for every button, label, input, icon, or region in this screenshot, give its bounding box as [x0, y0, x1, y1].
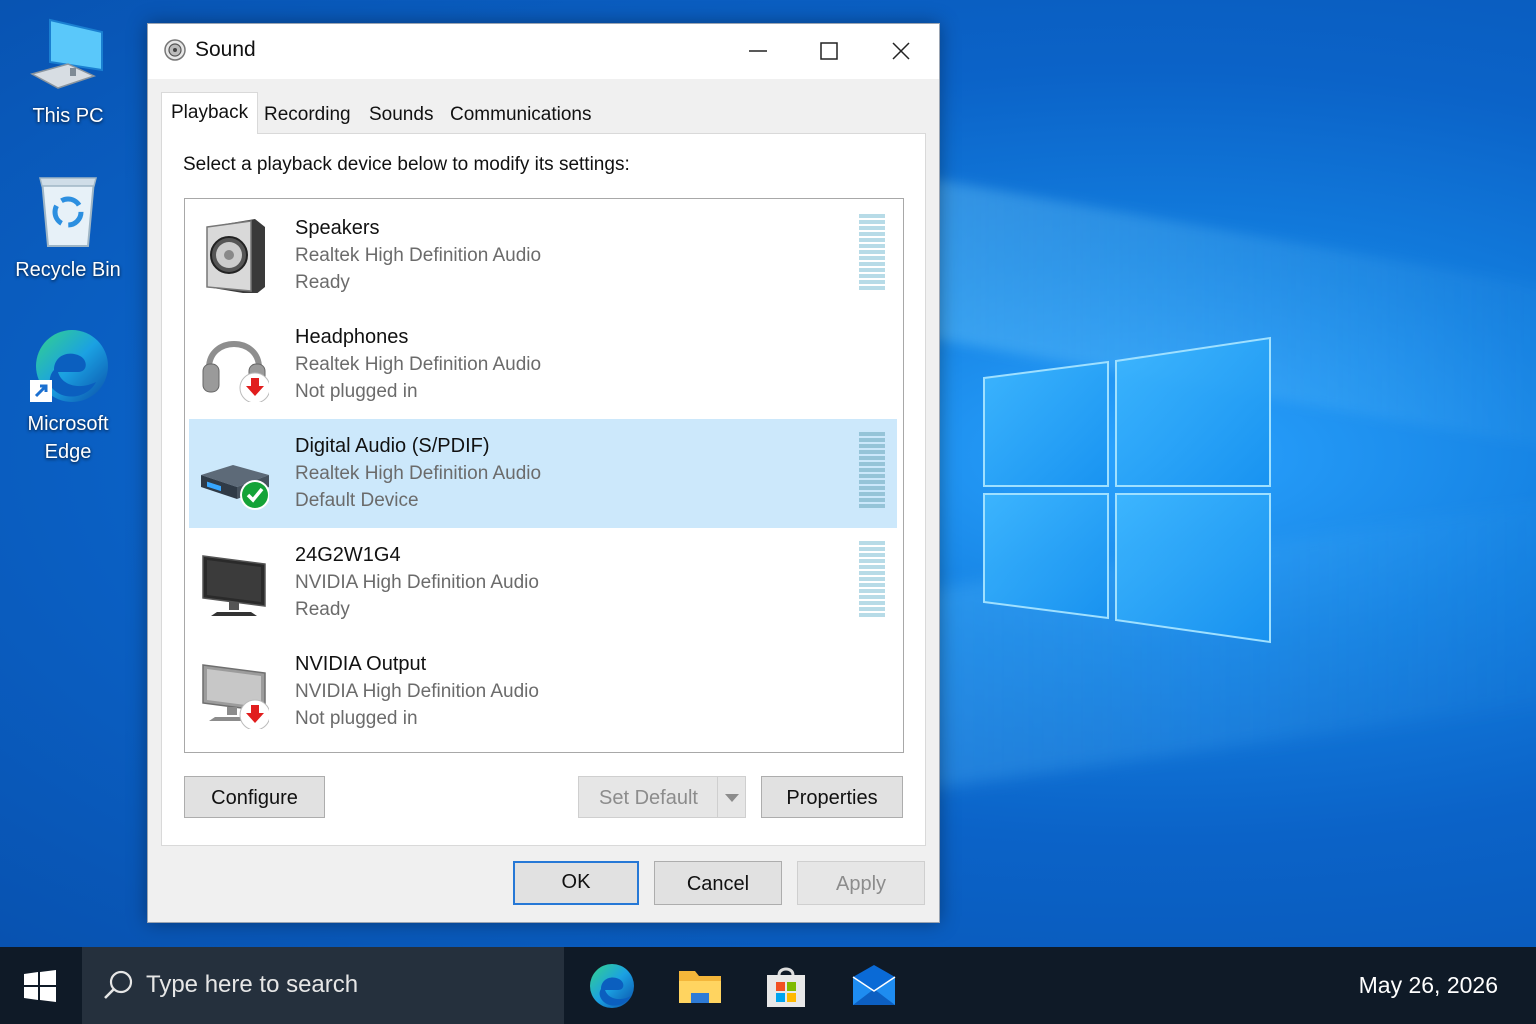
playback-panel: Select a playback device below to modify… — [161, 133, 926, 846]
monitor-icon — [202, 555, 266, 616]
set-default-button[interactable]: Set Default — [578, 776, 717, 818]
store-icon — [767, 967, 805, 1007]
speaker-icon — [206, 219, 265, 293]
taskbar-file-explorer-button[interactable] — [675, 961, 725, 1011]
device-driver: NVIDIA High Definition Audio — [295, 572, 539, 593]
desktop-icon-label: Recycle Bin — [15, 259, 121, 281]
desktop-icon-label: Microsoft Edge — [8, 410, 128, 466]
minimize-icon — [749, 50, 767, 52]
device-status: Not plugged in — [295, 708, 418, 729]
title-bar[interactable]: Sound — [148, 24, 939, 79]
device-row-nvidia-output[interactable]: NVIDIA Output NVIDIA High Definition Aud… — [189, 637, 897, 746]
desktop-icon-microsoft-edge[interactable]: Microsoft Edge — [8, 326, 128, 466]
search-placeholder: Type here to search — [146, 971, 359, 998]
headphones-icon — [202, 341, 269, 402]
taskbar-edge-button[interactable] — [587, 961, 637, 1011]
device-row-speakers[interactable]: Speakers Realtek High Definition Audio R… — [189, 201, 897, 310]
device-name: Digital Audio (S/PDIF) — [295, 435, 490, 457]
mail-icon — [852, 965, 896, 1005]
device-row-headphones[interactable]: Headphones Realtek High Definition Audio… — [189, 310, 897, 419]
volume-meter — [859, 432, 885, 509]
instruction-text: Select a playback device below to modify… — [183, 154, 630, 175]
device-row-digital-audio[interactable]: Digital Audio (S/PDIF) Realtek High Defi… — [189, 419, 897, 528]
configure-button[interactable]: Configure — [184, 776, 325, 818]
device-row-24g2w1g4[interactable]: 24G2W1G4 NVIDIA High Definition Audio Re… — [189, 528, 897, 637]
device-driver: Realtek High Definition Audio — [295, 354, 542, 375]
desktop-icon-recycle-bin[interactable]: Recycle Bin — [8, 172, 128, 284]
label-line2: Edge — [44, 441, 92, 463]
tab-playback[interactable]: Playback — [161, 92, 259, 134]
windows-start-icon — [24, 970, 56, 1002]
device-name: NVIDIA Output — [295, 653, 427, 675]
device-driver: Realtek High Definition Audio — [295, 463, 542, 484]
maximize-icon — [820, 42, 838, 60]
device-status: Ready — [295, 272, 350, 293]
properties-button[interactable]: Properties — [761, 776, 903, 818]
cancel-button[interactable]: Cancel — [654, 861, 782, 905]
taskbar: Type here to search May 26, 2026 — [0, 947, 1536, 1024]
volume-meter — [859, 541, 885, 618]
volume-meter — [859, 214, 885, 291]
minimize-button[interactable] — [722, 24, 794, 79]
edge-icon — [30, 330, 108, 402]
close-button[interactable] — [865, 24, 937, 79]
search-icon — [104, 970, 133, 999]
desktop-icon-label: This PC — [32, 105, 104, 127]
desktop-icon-this-pc[interactable]: This PC — [8, 18, 128, 130]
set-default-dropdown[interactable] — [717, 776, 746, 818]
tab-recording[interactable]: Recording — [258, 98, 357, 132]
sound-dialog: Sound Playback Recording Sounds Communic… — [147, 23, 940, 923]
tab-sounds[interactable]: Sounds — [363, 98, 439, 132]
device-name: Headphones — [295, 326, 409, 348]
computer-icon — [30, 18, 103, 89]
folder-icon — [679, 971, 721, 1003]
digital-audio-icon — [201, 465, 269, 510]
label-line1: Microsoft — [27, 413, 109, 435]
taskbar-date[interactable]: May 26, 2026 — [1359, 972, 1498, 999]
apply-button[interactable]: Apply — [797, 861, 925, 905]
close-icon — [892, 42, 910, 60]
edge-icon — [590, 964, 634, 1008]
taskbar-mail-button[interactable] — [849, 961, 899, 1011]
maximize-button[interactable] — [793, 24, 865, 79]
start-button[interactable] — [0, 947, 80, 1024]
monitor-disconnected-icon — [202, 664, 269, 729]
chevron-down-icon — [724, 794, 739, 802]
device-name: 24G2W1G4 — [295, 544, 401, 566]
device-status: Default Device — [295, 490, 419, 511]
device-driver: NVIDIA High Definition Audio — [295, 681, 539, 702]
recycle-bin-icon — [39, 177, 97, 247]
window-title: Sound — [195, 38, 256, 61]
device-driver: Realtek High Definition Audio — [295, 245, 542, 266]
windows-logo-wallpaper — [983, 336, 1271, 644]
taskbar-search-box[interactable]: Type here to search — [82, 947, 564, 1024]
device-list[interactable]: Speakers Realtek High Definition Audio R… — [184, 198, 904, 753]
taskbar-store-button[interactable] — [761, 961, 811, 1011]
speaker-icon — [164, 39, 186, 61]
device-status: Not plugged in — [295, 381, 418, 402]
device-status: Ready — [295, 599, 350, 620]
device-name: Speakers — [295, 217, 380, 239]
ok-button[interactable]: OK — [513, 861, 639, 905]
tab-communications[interactable]: Communications — [444, 98, 598, 132]
